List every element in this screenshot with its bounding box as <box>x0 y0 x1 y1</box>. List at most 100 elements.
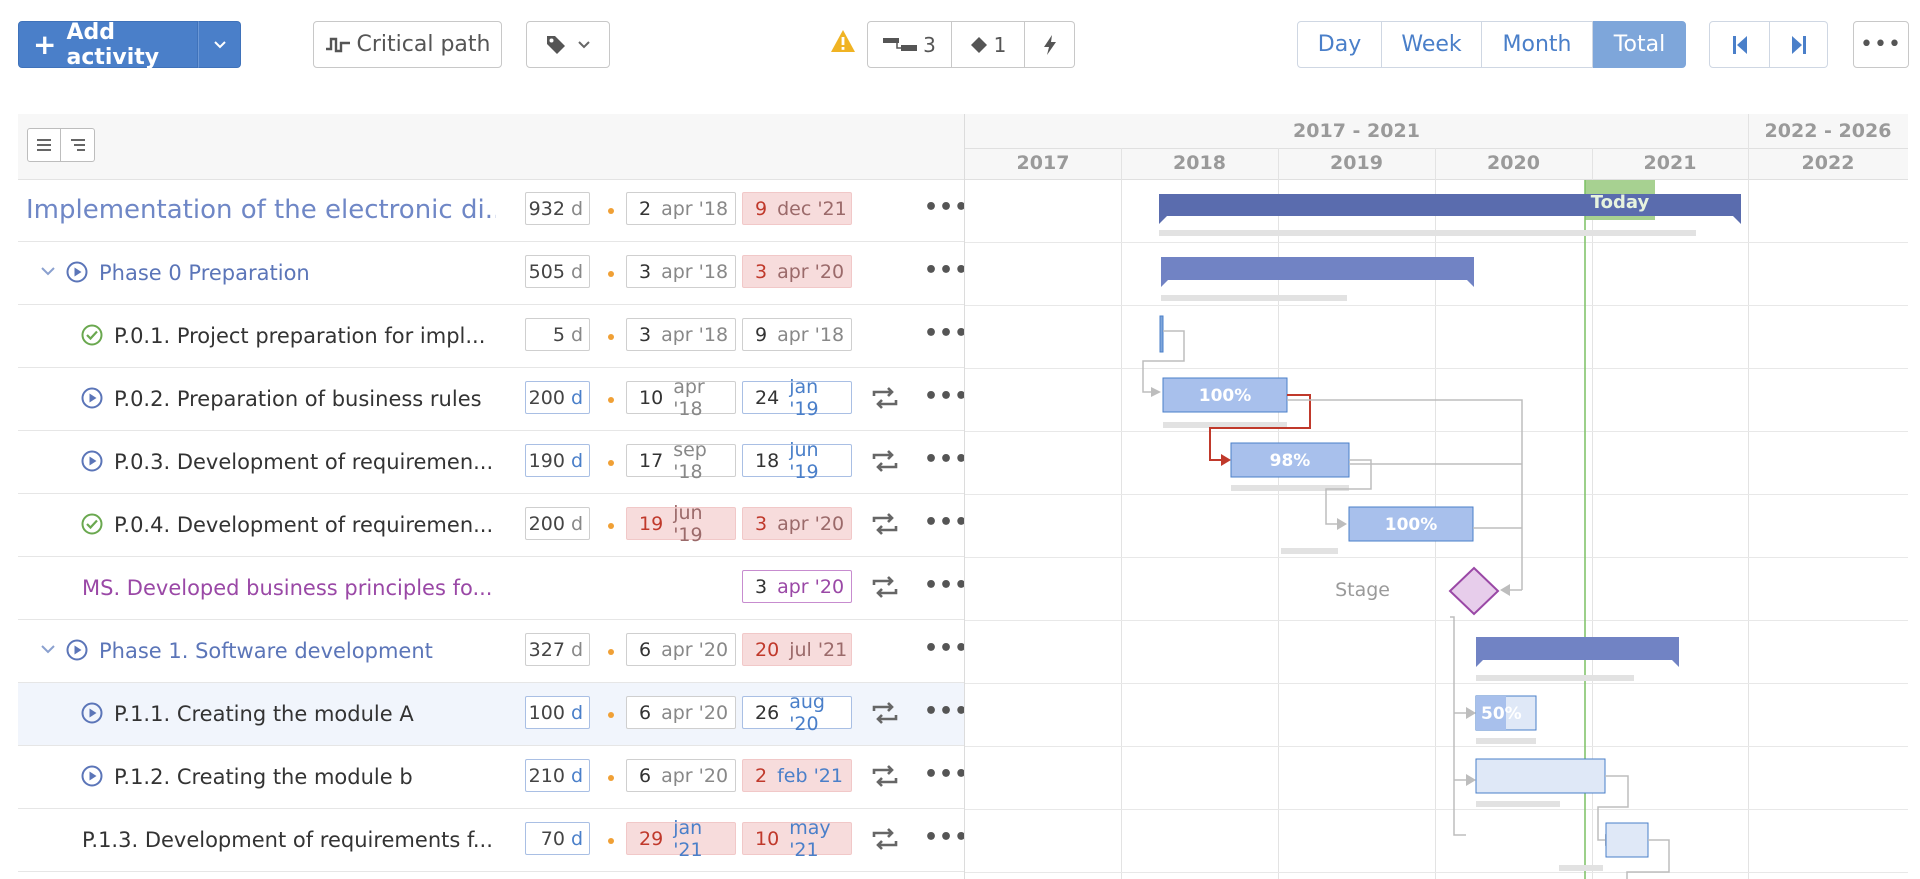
view-day-button[interactable]: Day <box>1297 21 1382 68</box>
table-row[interactable]: P.0.4. Development of requiremen... 200 d… <box>18 494 968 557</box>
activity-name[interactable]: Implementation of the electronic di... <box>26 179 496 241</box>
table-row[interactable]: Implementation of the electronic di... 9… <box>18 179 968 242</box>
row-menu-button[interactable]: ••• <box>924 699 969 724</box>
table-row[interactable]: Phase 0 Preparation 505 d 3 apr '18 3 apr '… <box>18 242 968 305</box>
duration-field[interactable]: 190 d <box>525 444 590 477</box>
start-date-field[interactable]: 17 sep '18 <box>626 439 736 483</box>
chevron-down-icon[interactable] <box>40 263 56 279</box>
end-month: apr '20 <box>777 512 845 535</box>
start-date-field[interactable]: 6 apr '20 <box>626 696 736 729</box>
row-menu-button[interactable]: ••• <box>924 510 969 535</box>
add-activity-button[interactable]: + Add activity <box>18 19 198 70</box>
duration-field[interactable]: 5d <box>525 318 590 351</box>
tag-filter-button[interactable] <box>526 21 610 68</box>
activity-name[interactable]: P.0.3. Development of requiremen... <box>114 431 493 493</box>
end-date-field[interactable]: 9 apr '18 <box>742 318 852 351</box>
row-menu-button[interactable]: ••• <box>924 384 969 409</box>
add-activity-dropdown-button[interactable] <box>198 21 241 68</box>
activity-name[interactable]: P.0.2. Preparation of business rules <box>114 368 482 430</box>
row-menu-button[interactable]: ••• <box>924 258 969 283</box>
end-date-field[interactable]: 3 apr '20 <box>742 570 852 603</box>
row-menu-button[interactable]: ••• <box>924 195 969 220</box>
table-row[interactable]: Phase 1. Software development 327 d 6 apr … <box>18 620 968 683</box>
activity-name[interactable]: Phase 1. Software development <box>99 620 433 682</box>
view-total-button[interactable]: Total <box>1593 21 1686 68</box>
baseline-bar <box>1476 675 1634 681</box>
start-date-field[interactable]: 3 apr '18 <box>626 255 736 288</box>
collapse-all-button[interactable] <box>27 128 61 162</box>
end-date-field[interactable]: 24 jan '19 <box>742 376 852 420</box>
duration-field[interactable]: 505 d <box>525 255 590 288</box>
critical-path-button[interactable]: Critical path <box>313 21 502 68</box>
activity-name[interactable]: P.1.1. Creating the module A <box>114 683 414 745</box>
row-menu-button[interactable]: ••• <box>924 762 969 787</box>
activity-name[interactable]: P.1.3. Development of requirements f... <box>82 809 493 871</box>
view-week-button[interactable]: Week <box>1382 21 1482 68</box>
repeat-icon[interactable] <box>870 765 900 787</box>
start-date-field[interactable]: 6 apr '20 <box>626 759 736 792</box>
task-bar-p13[interactable] <box>1605 822 1649 858</box>
row-menu-button[interactable]: ••• <box>924 636 969 661</box>
table-row[interactable]: P.0.3. Development of requiremen... 190 d… <box>18 431 968 494</box>
end-date-field[interactable]: 10 may '21 <box>742 817 852 861</box>
duration-field[interactable]: 200 d <box>525 507 590 540</box>
links-count-button[interactable]: 3 <box>867 21 952 68</box>
end-date-field[interactable]: 20 jul '21 <box>742 633 852 666</box>
warning-icon[interactable] <box>830 29 856 53</box>
row-menu-button[interactable]: ••• <box>924 447 969 472</box>
row-menu-button[interactable]: ••• <box>924 825 969 850</box>
milestones-count-button[interactable]: 1 <box>952 21 1025 68</box>
scroll-to-start-button[interactable] <box>1709 21 1770 68</box>
table-row[interactable]: MS. Developed business principles fo... … <box>18 557 968 620</box>
milestone-diamond[interactable] <box>1448 566 1500 616</box>
end-date-field[interactable]: 9 dec '21 <box>742 192 852 225</box>
table-row[interactable]: P.0.2. Preparation of business rules 200… <box>18 368 968 431</box>
task-bar-p01[interactable] <box>1159 315 1164 353</box>
add-activity-label: Add activity <box>66 19 160 70</box>
task-bar-p12[interactable] <box>1475 758 1606 794</box>
activity-name[interactable]: P.1.2. Creating the module b <box>114 746 413 808</box>
more-options-button[interactable]: ••• <box>1853 21 1909 68</box>
view-month-button[interactable]: Month <box>1482 21 1593 68</box>
table-row[interactable]: P.1.2. Creating the module b 210 d 6 apr '… <box>18 746 968 809</box>
table-row[interactable]: P.1.3. Development of requirements f... … <box>18 809 968 872</box>
lightning-button[interactable] <box>1025 21 1075 68</box>
scroll-to-end-button[interactable] <box>1770 21 1828 68</box>
repeat-icon[interactable] <box>870 576 900 598</box>
repeat-icon[interactable] <box>870 387 900 409</box>
start-date-field[interactable]: 2 apr '18 <box>626 192 736 225</box>
repeat-icon[interactable] <box>870 828 900 850</box>
end-date-field[interactable]: 18 jun '19 <box>742 439 852 483</box>
end-date-field[interactable]: 26 aug '20 <box>742 691 852 735</box>
expand-all-button[interactable] <box>61 128 95 162</box>
end-date-field[interactable]: 2 feb '21 <box>742 759 852 792</box>
row-menu-button[interactable]: ••• <box>924 573 969 598</box>
summary-bar-phase-0[interactable] <box>1161 257 1474 287</box>
start-date-field[interactable]: 29 jan '21 <box>626 817 736 861</box>
start-date-field[interactable]: 3 apr '18 <box>626 318 736 351</box>
activity-name[interactable]: MS. Developed business principles fo... <box>82 557 492 619</box>
start-date-field[interactable]: 19 jun '19 <box>626 502 736 546</box>
duration-field[interactable]: 210 d <box>525 759 590 792</box>
end-date-field[interactable]: 3 apr '20 <box>742 255 852 288</box>
duration-field[interactable]: 200 d <box>525 381 590 414</box>
summary-bar-phase-1[interactable] <box>1476 637 1679 667</box>
table-row[interactable]: P.0.1. Project preparation for impl... 5… <box>18 305 968 368</box>
repeat-icon[interactable] <box>870 450 900 472</box>
chevron-down-icon[interactable] <box>40 641 56 657</box>
activity-name[interactable]: Phase 0 Preparation <box>99 242 310 304</box>
table-row[interactable]: P.1.1. Creating the module A 100 d 6 apr '… <box>18 683 968 746</box>
duration-field[interactable]: 327 d <box>525 633 590 666</box>
repeat-icon[interactable] <box>870 702 900 724</box>
duration-field[interactable]: 100 d <box>525 696 590 729</box>
duration-field[interactable]: 70 d <box>525 822 590 855</box>
row-menu-button[interactable]: ••• <box>924 321 969 346</box>
duration-field[interactable]: 932 d <box>525 192 590 225</box>
activity-name[interactable]: P.0.4. Development of requiremen... <box>114 494 493 556</box>
end-date-field[interactable]: 3 apr '20 <box>742 507 852 540</box>
start-date-field[interactable]: 10 apr '18 <box>626 376 736 420</box>
start-date-field[interactable]: 6 apr '20 <box>626 633 736 666</box>
repeat-icon[interactable] <box>870 513 900 535</box>
activity-name[interactable]: P.0.1. Project preparation for impl... <box>114 305 485 367</box>
dependency-dot <box>608 460 614 466</box>
